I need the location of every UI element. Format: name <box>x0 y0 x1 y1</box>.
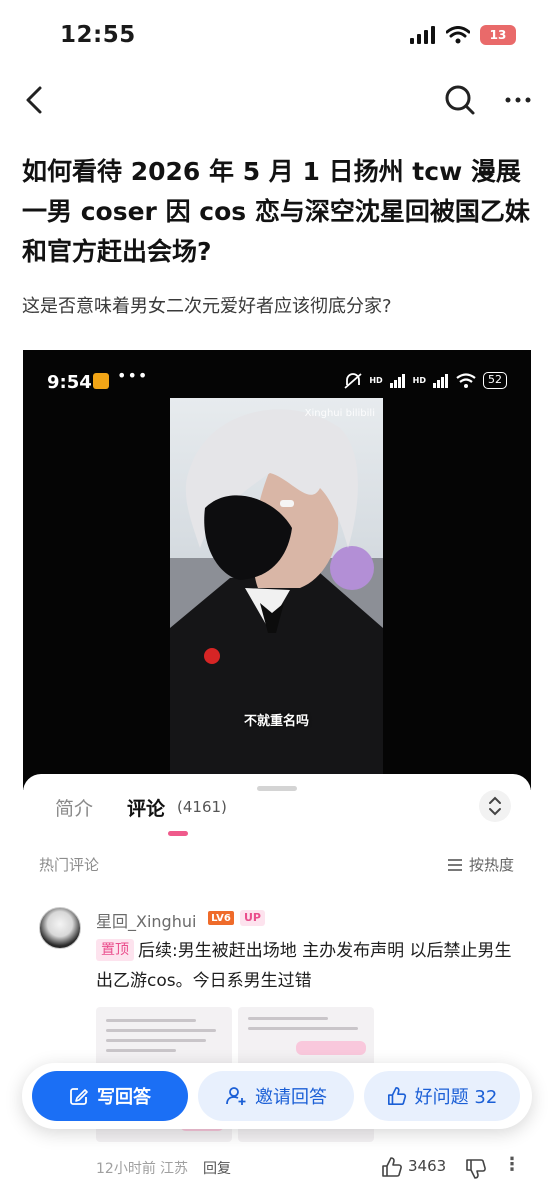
status-time: 12:55 <box>60 22 136 48</box>
collapse-toggle-icon[interactable] <box>479 790 511 822</box>
comment-more-icon[interactable]: ⋮ <box>503 1154 521 1175</box>
signal-icon <box>410 26 435 44</box>
reply-button[interactable]: 回复 <box>203 1158 231 1178</box>
sort-icon <box>448 858 462 871</box>
more-icon[interactable] <box>498 80 538 120</box>
bilibili-logo: bilibili <box>345 408 375 419</box>
comment-count: (4161) <box>177 798 227 816</box>
sort-button[interactable]: 按热度 <box>447 854 514 875</box>
app-notification-icon <box>93 373 109 389</box>
battery-indicator: 13 <box>480 25 516 45</box>
hot-comments-label: 热门评论 <box>39 856 100 874</box>
mute-icon <box>344 372 362 389</box>
invite-answer-label: 邀请回答 <box>255 1087 327 1108</box>
hd-label-1: HD <box>369 375 383 385</box>
sort-label: 按热度 <box>469 856 515 874</box>
answer-action-bar: 写回答 邀请回答 好问题 32 <box>22 1063 532 1129</box>
level-badge: LV6 <box>208 911 234 925</box>
video-status-dots: ••• <box>117 366 149 385</box>
comment-body[interactable]: 置顶 后续:男生被赶出场地 主办发布声明 以后禁止男生出乙游cos。今日系男生过错 <box>96 936 516 996</box>
cosplayer-image <box>170 409 383 790</box>
question-description[interactable]: 这是否意味着男女二次元爱好者应该彻底分家? <box>22 292 534 322</box>
write-answer-button[interactable]: 写回答 <box>32 1071 188 1121</box>
comment-sheet: 简介 评论 (4161) 热门评论 按热度 星回_Xinghui LV6 UP … <box>23 774 531 1199</box>
invite-answer-button[interactable]: 邀请回答 <box>198 1071 354 1121</box>
comment-location: 江苏 <box>160 1161 188 1177</box>
tab-comments[interactable]: 评论 <box>127 794 165 821</box>
wifi-icon-video <box>456 373 476 388</box>
thumbs-up-icon[interactable] <box>381 1156 403 1178</box>
signal-icon-2 <box>433 373 448 388</box>
video-frame: Xinghui bilibili 不就重名吗 <box>170 398 383 790</box>
video-status-icons: HD HD 52 <box>344 372 507 389</box>
like-count: 3463 <box>408 1157 447 1175</box>
tab-intro[interactable]: 简介 <box>55 794 93 821</box>
video-subtitle: 不就重名吗 <box>243 714 309 729</box>
edit-icon <box>70 1088 88 1105</box>
search-icon[interactable] <box>440 80 480 120</box>
wifi-icon <box>446 26 470 44</box>
status-icons: 13 <box>410 25 516 45</box>
good-question-label: 好问题 32 <box>414 1087 498 1108</box>
status-bar: 12:55 13 <box>0 0 554 72</box>
tab-active-indicator <box>168 831 188 836</box>
comment-username[interactable]: 星回_Xinghui <box>96 908 196 932</box>
sheet-drag-handle[interactable] <box>257 786 297 791</box>
video-battery: 52 <box>483 372 507 389</box>
video-player[interactable]: 9:54 ••• HD HD 52 Xinghui bilibili 不就重名吗 <box>23 350 531 790</box>
hd-label-2: HD <box>412 375 426 385</box>
good-question-button[interactable]: 好问题 32 <box>364 1071 520 1121</box>
avatar[interactable] <box>39 907 81 949</box>
pinned-tag: 置顶 <box>96 939 134 961</box>
video-status-time: 9:54 <box>47 372 92 393</box>
thumbs-down-icon[interactable] <box>465 1158 487 1180</box>
comment-text: 后续:男生被赶出场地 主办发布声明 以后禁止男生出乙游cos。今日系男生过错 <box>96 941 512 991</box>
add-user-icon <box>226 1087 246 1105</box>
question-title[interactable]: 如何看待 2026 年 5 月 1 日扬州 tcw 漫展一男 coser 因 c… <box>22 152 534 272</box>
write-answer-label: 写回答 <box>97 1087 151 1108</box>
comment-time: 12小时前 <box>96 1161 156 1177</box>
up-badge: UP <box>240 910 265 926</box>
chevron-left-icon[interactable] <box>20 82 50 118</box>
watermark-name: Xinghui <box>304 408 343 419</box>
nav-bar <box>0 72 554 128</box>
thumbs-up-icon <box>387 1087 406 1105</box>
video-watermark: Xinghui bilibili <box>305 408 375 419</box>
signal-icon-1 <box>389 373 405 388</box>
